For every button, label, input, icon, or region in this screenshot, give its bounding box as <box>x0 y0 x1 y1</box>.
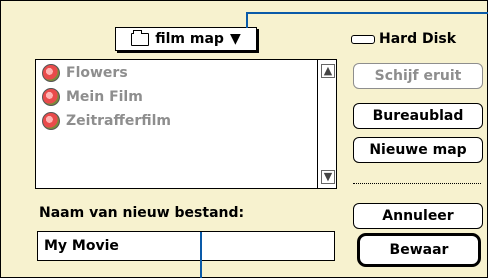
folder-popup-label: film map <box>155 31 224 47</box>
file-name: Mein Film <box>66 89 143 105</box>
disk-label: Hard Disk <box>379 31 457 47</box>
movie-file-icon <box>42 88 60 106</box>
filename-label: Naam van nieuw bestand: <box>39 205 245 221</box>
folder-icon <box>131 29 150 46</box>
button-divider <box>353 183 481 184</box>
hard-disk-icon <box>351 34 375 44</box>
disk-indicator: Hard Disk <box>351 31 456 47</box>
movie-file-icon <box>42 64 60 82</box>
list-item[interactable]: Zeitrafferfilm <box>42 110 171 132</box>
callout-line <box>246 12 488 14</box>
filename-input[interactable]: My Movie <box>37 231 335 261</box>
save-dialog: film map ▼ Hard Disk Flowers Mein Film Z… <box>0 0 488 278</box>
folder-popup-menu[interactable]: film map ▼ <box>115 27 257 51</box>
list-item[interactable]: Flowers <box>42 62 128 84</box>
new-folder-button[interactable]: Nieuwe map <box>353 137 483 163</box>
file-name: Zeitrafferfilm <box>66 113 171 129</box>
eject-disk-button[interactable]: Schijf eruit <box>353 63 483 89</box>
callout-line <box>246 12 248 28</box>
cancel-button[interactable]: Annuleer <box>353 203 483 229</box>
file-name: Flowers <box>66 65 128 81</box>
list-item[interactable]: Mein Film <box>42 86 143 108</box>
save-button[interactable]: Bewaar <box>357 233 481 267</box>
scroll-down-icon[interactable]: ▼ <box>321 170 335 184</box>
vertical-scrollbar[interactable]: ▲ ▼ <box>317 60 336 188</box>
callout-line <box>200 232 202 278</box>
scroll-up-icon[interactable]: ▲ <box>321 64 335 78</box>
chevron-down-icon: ▼ <box>229 31 241 47</box>
movie-file-icon <box>42 112 60 130</box>
desktop-button[interactable]: Bureaublad <box>353 103 483 129</box>
file-list[interactable]: Flowers Mein Film Zeitrafferfilm ▲ ▼ <box>35 59 337 189</box>
